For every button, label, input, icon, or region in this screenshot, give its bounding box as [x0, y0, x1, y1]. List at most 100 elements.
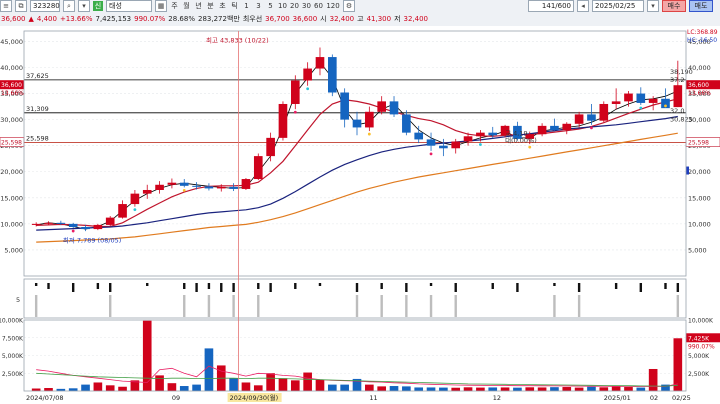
volume-bar: [648, 368, 658, 391]
minute-10[interactable]: 10: [278, 2, 287, 10]
settings-icon[interactable]: ⚙: [343, 0, 355, 12]
signal-dot: [182, 188, 186, 192]
period-minute[interactable]: 분: [206, 1, 215, 11]
signal-dot: [306, 87, 310, 91]
volume-bar: [463, 387, 473, 391]
period-second[interactable]: 초: [218, 1, 227, 11]
buy-button[interactable]: 매수: [662, 0, 686, 12]
volume-tag-text: 7,425K: [688, 335, 710, 342]
period-tick[interactable]: 틱: [230, 1, 239, 11]
signal-bar: [96, 283, 100, 289]
date-picker-icon[interactable]: ▾: [647, 0, 659, 12]
candle-body: [636, 93, 646, 103]
volume-bar: [513, 387, 522, 391]
stock-name[interactable]: 태성: [106, 0, 152, 12]
candle-body: [290, 80, 300, 104]
signal-dot: [133, 208, 137, 212]
minute-60[interactable]: 60: [314, 2, 323, 10]
candle-body: [611, 101, 621, 104]
candle-body: [179, 182, 189, 186]
reference-line-label: 31,309: [26, 105, 49, 113]
count-input[interactable]: 141/600: [528, 0, 574, 12]
sell-button[interactable]: 매도: [689, 0, 713, 12]
candle-body: [488, 132, 498, 136]
stock-code-input[interactable]: 323280: [30, 0, 60, 12]
market-badge: 신: [93, 1, 103, 11]
minute-120[interactable]: 120: [326, 2, 340, 10]
candle-body: [167, 182, 177, 185]
trade-value: 283,272백만: [198, 15, 240, 23]
candle-body: [229, 186, 238, 189]
period-week[interactable]: 주: [170, 1, 179, 11]
minute-20[interactable]: 20: [290, 2, 299, 10]
chevron-down-icon[interactable]: ▾: [78, 0, 90, 12]
x-axis-label: 2024/09/30(월): [230, 393, 279, 402]
period-year[interactable]: 년: [194, 1, 203, 11]
volume-bar: [574, 387, 584, 391]
y-tick-label-right: 15,000: [688, 194, 711, 202]
y-tick-label: 45,000: [0, 38, 23, 46]
price-tag-left-text: 36,600: [1, 82, 22, 89]
calendar-icon[interactable]: ▦: [155, 0, 167, 12]
signal-bar: [195, 283, 198, 292]
y-tick-label-right: 5,000: [688, 246, 707, 254]
signal-bar-grey: [577, 295, 581, 317]
volume-bar: [192, 384, 201, 391]
signal-bar: [577, 283, 581, 292]
signal-bar-grey: [34, 295, 38, 317]
period-month[interactable]: 월: [182, 1, 191, 11]
candle-body: [142, 189, 152, 194]
volume-bar: [414, 387, 424, 391]
volume-bar: [500, 387, 510, 391]
candle-body: [476, 132, 485, 137]
toolbar-row-top: ≡ ⧉ 323280 ⌕ ▾ 신 태성 ▦ 주 월 년 분 초 틱 1 3 5 …: [0, 0, 720, 12]
volume-bar: [229, 378, 238, 391]
volume-bar: [377, 386, 386, 391]
candle-body: [303, 68, 312, 81]
volume-bar: [587, 386, 596, 391]
signal-bar: [429, 283, 433, 286]
menu-icon[interactable]: ≡: [0, 0, 12, 12]
candle-body: [155, 184, 164, 190]
volume-bar: [93, 382, 103, 391]
volume-bar: [365, 384, 374, 391]
minute-3[interactable]: 3: [254, 2, 263, 10]
stock-chart[interactable]: 45,000 45,00040,000 40,00035,000 35,00030,0…: [0, 26, 720, 404]
signal-bar-grey: [553, 295, 556, 317]
volume-bar: [636, 387, 646, 391]
stepper-icon[interactable]: ◂: [577, 0, 589, 12]
y-tick-label-right: 10,000: [688, 220, 711, 228]
minute-1[interactable]: 1: [242, 2, 251, 10]
volume-bar: [340, 384, 349, 391]
window-split-icon[interactable]: ⧉: [15, 0, 27, 12]
candle-body: [426, 139, 436, 146]
price-annotation: 37.2: [670, 76, 684, 84]
signal-bar: [34, 283, 38, 286]
y-tick-label: 40,000: [0, 64, 23, 72]
volume-pct-text: 990.07%: [688, 343, 715, 350]
candle-body: [68, 223, 78, 227]
minute-30[interactable]: 30: [302, 2, 311, 10]
ratio: 28.68%: [168, 15, 195, 23]
candle-body: [599, 103, 609, 121]
signal-bar: [207, 283, 211, 289]
candle-body: [328, 57, 337, 93]
signal-dot: [590, 126, 593, 130]
minute-5[interactable]: 5: [266, 2, 275, 10]
date-input[interactable]: 2025/02/25: [592, 0, 644, 12]
signal-bar: [47, 283, 50, 289]
candle-body: [648, 98, 658, 103]
candle-body: [414, 132, 424, 140]
signal-bar-grey: [355, 295, 359, 317]
price-annotation: 38,190: [670, 68, 693, 76]
volume-tick-label: 5,000K: [2, 353, 24, 360]
volume-tick-label-right: 10,000K: [688, 318, 714, 325]
side-bar: [686, 166, 689, 175]
candle-body: [365, 111, 374, 128]
signal-bar: [614, 283, 618, 289]
signal-dot: [367, 132, 371, 136]
open-label: 시: [320, 15, 327, 23]
signal-bar: [664, 283, 667, 289]
search-icon[interactable]: ⌕: [63, 0, 75, 12]
signal-dot: [639, 106, 643, 110]
